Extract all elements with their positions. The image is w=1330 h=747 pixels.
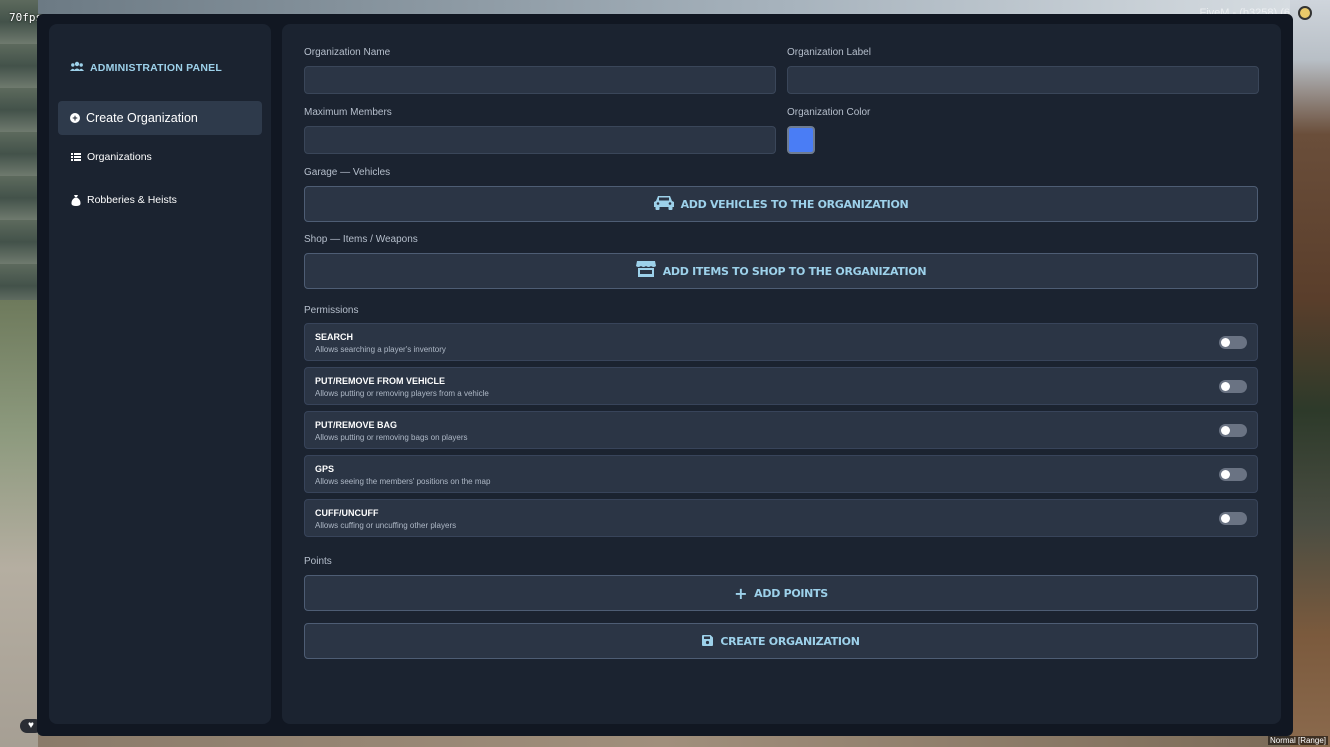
users-icon (70, 61, 84, 75)
permission-toggle[interactable] (1219, 512, 1247, 525)
garage-label: Garage — Vehicles (304, 167, 391, 178)
permission-title: PUT/REMOVE BAG (315, 420, 398, 430)
sidebar-item-create-organization[interactable]: + Create Organization (58, 101, 262, 135)
permission-title: CUFF/UNCUFF (315, 508, 379, 518)
store-icon (635, 261, 656, 281)
sidebar-item-label: Robberies & Heists (87, 194, 177, 206)
permission-vehicle: PUT/REMOVE FROM VEHICLE Allows putting o… (304, 367, 1258, 405)
create-organization-button-label: CREATE ORGANIZATION (720, 634, 860, 648)
sidebar-item-label: Organizations (87, 151, 152, 163)
points-label: Points (304, 556, 332, 567)
max-members-input[interactable] (304, 126, 776, 154)
list-icon (70, 152, 81, 163)
shop-label: Shop — Items / Weapons (304, 234, 418, 245)
add-shop-items-button-label: ADD ITEMS TO SHOP TO THE ORGANIZATION (662, 264, 927, 278)
permission-description: Allows cuffing or uncuffing other player… (315, 521, 457, 530)
max-members-label: Maximum Members (304, 107, 392, 118)
permission-toggle[interactable] (1219, 380, 1247, 393)
org-color-picker[interactable] (787, 126, 815, 154)
money-bag-icon (70, 194, 81, 206)
sidebar-item-label: Create Organization (86, 111, 198, 125)
game-background-top (38, 0, 1290, 14)
org-name-input[interactable] (304, 66, 776, 94)
permission-description: Allows putting or removing bags on playe… (315, 433, 468, 442)
game-logo-icon (1298, 6, 1312, 20)
permission-title: SEARCH (315, 332, 354, 342)
panel-brand: ADMINISTRATION PANEL (70, 61, 222, 75)
permission-toggle[interactable] (1219, 336, 1247, 349)
add-shop-items-button[interactable]: ADD ITEMS TO SHOP TO THE ORGANIZATION (304, 253, 1258, 289)
sidebar-item-organizations[interactable]: Organizations (58, 146, 262, 168)
permission-cuff: CUFF/UNCUFF Allows cuffing or uncuffing … (304, 499, 1258, 537)
permission-description: Allows putting or removing players from … (315, 389, 489, 398)
org-name-label: Organization Name (304, 47, 391, 58)
add-vehicles-button[interactable]: ADD VEHICLES TO THE ORGANIZATION (304, 186, 1258, 222)
create-organization-button[interactable]: CREATE ORGANIZATION (304, 623, 1258, 659)
game-background-left-lower (0, 300, 38, 747)
voice-mode-text: Normal [Range] (1267, 736, 1328, 745)
add-points-button[interactable]: + ADD POINTS (304, 575, 1258, 611)
save-icon (702, 632, 714, 650)
add-points-button-label: ADD POINTS (754, 586, 828, 600)
sidebar: ADMINISTRATION PANEL + Create Organizati… (49, 24, 271, 724)
panel-title: ADMINISTRATION PANEL (90, 62, 222, 74)
permission-bag: PUT/REMOVE BAG Allows putting or removin… (304, 411, 1258, 449)
create-organization-form: Organization Name Organization Label Max… (282, 24, 1281, 724)
permission-search: SEARCH Allows searching a player's inven… (304, 323, 1258, 361)
add-vehicles-button-label: ADD VEHICLES TO THE ORGANIZATION (680, 197, 909, 211)
org-color-label: Organization Color (787, 107, 871, 118)
game-background-bottom (38, 735, 1290, 747)
permission-description: Allows seeing the members' positions on … (315, 477, 491, 486)
car-icon (653, 195, 674, 214)
game-background-right (1290, 0, 1330, 747)
permission-description: Allows searching a player's inventory (315, 345, 446, 354)
permission-title: PUT/REMOVE FROM VEHICLE (315, 376, 446, 386)
permission-toggle[interactable] (1219, 468, 1247, 481)
permission-title: GPS (315, 464, 335, 474)
sidebar-item-robberies-heists[interactable]: Robberies & Heists (58, 189, 262, 211)
permissions-label: Permissions (304, 305, 359, 316)
org-label-input[interactable] (787, 66, 1259, 94)
plus-icon: + (734, 583, 748, 603)
plus-circle-icon: + (70, 113, 80, 123)
permission-gps: GPS Allows seeing the members' positions… (304, 455, 1258, 493)
permission-toggle[interactable] (1219, 424, 1247, 437)
org-label-label: Organization Label (787, 47, 871, 58)
admin-window: ADMINISTRATION PANEL + Create Organizati… (37, 14, 1293, 736)
